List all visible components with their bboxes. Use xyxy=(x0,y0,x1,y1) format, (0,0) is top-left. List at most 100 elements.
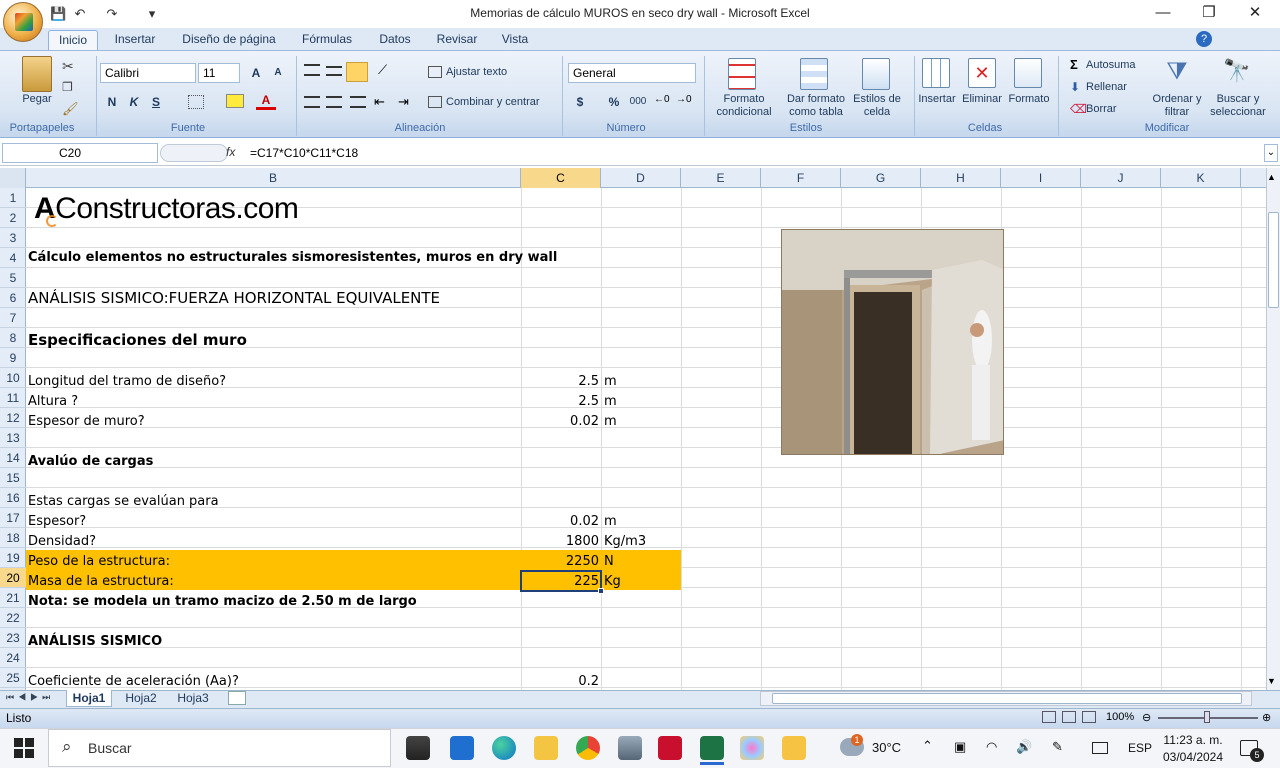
weather-temperature[interactable]: 30°C xyxy=(872,740,901,755)
fill-handle[interactable] xyxy=(598,588,604,594)
font-name-combo[interactable]: Calibri xyxy=(100,63,196,83)
tab-datos[interactable]: Datos xyxy=(372,30,418,50)
drywall-photo[interactable] xyxy=(781,229,1004,455)
clock-date[interactable]: 03/04/2024 xyxy=(1160,750,1226,764)
normal-view-icon[interactable] xyxy=(1042,711,1056,723)
zoom-in-icon[interactable]: ⊕ xyxy=(1262,711,1271,724)
mcafee-icon[interactable] xyxy=(658,736,682,760)
tab-revisar[interactable]: Revisar xyxy=(432,30,482,50)
tray-chevron-icon[interactable]: ⌃ xyxy=(922,738,933,754)
select-all-button[interactable] xyxy=(0,168,26,188)
orientation-icon[interactable]: ⟋ xyxy=(378,62,387,78)
cell-c18[interactable]: 1800 xyxy=(521,532,599,552)
align-left-icon[interactable] xyxy=(304,96,320,108)
cut-icon[interactable]: ✂ xyxy=(62,58,74,75)
tab-vista[interactable]: Vista xyxy=(494,30,536,50)
row-header-17[interactable]: 17 xyxy=(0,508,26,528)
column-header-i[interactable]: I xyxy=(1001,168,1081,188)
font-size-combo[interactable]: 11 xyxy=(198,63,240,83)
tab-diseno-pagina[interactable]: Diseño de página xyxy=(176,30,282,50)
sort-filter-button[interactable]: Ordenar y filtrar xyxy=(1148,93,1206,119)
windows-start-icon[interactable] xyxy=(14,738,34,758)
column-header-b[interactable]: B xyxy=(26,168,521,188)
cell-c12[interactable]: 0.02 xyxy=(521,412,599,432)
page-layout-view-icon[interactable] xyxy=(1062,711,1076,723)
row-header-16[interactable]: 16 xyxy=(0,488,26,508)
cell-c10[interactable]: 2.5 xyxy=(521,372,599,392)
cell-b18[interactable]: Densidad? xyxy=(28,532,96,552)
column-header-c[interactable]: C xyxy=(521,168,601,188)
insert-cells-icon[interactable] xyxy=(922,58,950,88)
sort-filter-icon[interactable]: ⧩ xyxy=(1162,58,1192,88)
paste-icon[interactable] xyxy=(22,56,52,92)
fill-icon[interactable]: ⬇ xyxy=(1070,80,1080,94)
cell-b11[interactable]: Altura ? xyxy=(28,392,78,412)
new-sheet-icon[interactable] xyxy=(228,691,246,705)
align-middle-icon[interactable] xyxy=(326,66,342,76)
delete-cells-button[interactable]: Eliminar xyxy=(958,93,1006,106)
tab-insertar[interactable]: Insertar xyxy=(108,30,162,50)
row-header-24[interactable]: 24 xyxy=(0,648,26,668)
decrease-indent-icon[interactable]: ⇤ xyxy=(374,94,385,110)
row-header-21[interactable]: 21 xyxy=(0,588,26,608)
worksheet-grid[interactable]: AConstructoras.com Cálculo elementos no … xyxy=(26,188,1266,690)
column-header-d[interactable]: D xyxy=(601,168,681,188)
row-header-20[interactable]: 20 xyxy=(0,568,26,588)
zoom-slider-thumb[interactable] xyxy=(1204,711,1210,723)
increase-indent-icon[interactable]: ⇥ xyxy=(398,94,409,110)
clock-time[interactable]: 11:23 a. m. xyxy=(1160,733,1226,747)
column-header-g[interactable]: G xyxy=(841,168,921,188)
formula-input[interactable]: =C17*C10*C11*C18 xyxy=(250,146,358,160)
cell-b4[interactable]: Cálculo elementos no estructurales sismo… xyxy=(28,248,557,268)
row-header-12[interactable]: 12 xyxy=(0,408,26,428)
italic-button[interactable]: K xyxy=(124,92,144,112)
task-view-icon[interactable] xyxy=(406,736,430,760)
cell-d17[interactable]: m xyxy=(604,512,617,532)
shrink-font-button[interactable]: A xyxy=(268,63,288,83)
cell-b6[interactable]: ANÁLISIS SISMICO:FUERZA HORIZONTAL EQUIV… xyxy=(28,288,440,308)
cell-styles-button[interactable]: Estilos de celda xyxy=(850,93,904,119)
cell-d11[interactable]: m xyxy=(604,392,617,412)
tab-formulas[interactable]: Fórmulas xyxy=(296,30,358,50)
close-button[interactable]: ✕ xyxy=(1240,4,1270,24)
bold-button[interactable]: N xyxy=(102,92,122,112)
sheet-tab-hoja2[interactable]: Hoja2 xyxy=(118,690,164,707)
cell-d19[interactable]: N xyxy=(604,552,614,572)
cell-b20[interactable]: Masa de la estructura: xyxy=(28,572,174,592)
cell-b12[interactable]: Espesor de muro? xyxy=(28,412,145,432)
row-header-18[interactable]: 18 xyxy=(0,528,26,548)
align-right-icon[interactable] xyxy=(350,96,366,108)
column-header-k[interactable]: K xyxy=(1161,168,1241,188)
zoom-level[interactable]: 100% xyxy=(1106,711,1134,723)
folder-app-icon[interactable] xyxy=(782,736,806,760)
row-header-6[interactable]: 6 xyxy=(0,288,26,308)
vertical-scroll-thumb[interactable] xyxy=(1268,212,1279,308)
number-format-combo[interactable]: General xyxy=(568,63,696,83)
row-header-1[interactable]: 1 xyxy=(0,188,26,208)
merge-icon[interactable] xyxy=(428,96,442,108)
find-select-icon[interactable]: 🔭 xyxy=(1222,58,1252,88)
wrap-text-button[interactable]: Ajustar texto xyxy=(446,66,507,79)
cell-c19[interactable]: 2250 xyxy=(521,552,599,572)
underline-button[interactable]: S xyxy=(146,92,166,112)
expand-formula-bar-icon[interactable]: ⌄ xyxy=(1264,144,1278,162)
wifi-icon[interactable]: ◠ xyxy=(986,739,997,755)
cell-b10[interactable]: Longitud del tramo de diseño? xyxy=(28,372,226,392)
row-header-23[interactable]: 23 xyxy=(0,628,26,648)
zoom-out-icon[interactable]: ⊖ xyxy=(1142,711,1151,724)
thousands-button[interactable]: 000 xyxy=(626,92,650,112)
row-header-3[interactable]: 3 xyxy=(0,228,26,248)
merge-center-button[interactable]: Combinar y centrar xyxy=(446,96,540,109)
format-cells-icon[interactable] xyxy=(1014,58,1042,88)
scroll-down-icon[interactable]: ▼ xyxy=(1267,676,1276,686)
cell-b21[interactable]: Nota: se modela un tramo macizo de 2.50 … xyxy=(28,592,417,612)
autosum-button[interactable]: Autosuma xyxy=(1086,59,1136,72)
row-header-25[interactable]: 25 xyxy=(0,668,26,688)
format-cells-button[interactable]: Formato xyxy=(1004,93,1054,106)
insert-cells-button[interactable]: Insertar xyxy=(914,93,960,106)
row-header-4[interactable]: 4 xyxy=(0,248,26,268)
excel-taskbar-icon[interactable] xyxy=(700,736,724,760)
currency-button[interactable]: $ xyxy=(570,92,590,112)
keyboard-icon[interactable] xyxy=(1092,742,1108,754)
help-icon[interactable]: ? xyxy=(1196,31,1212,47)
